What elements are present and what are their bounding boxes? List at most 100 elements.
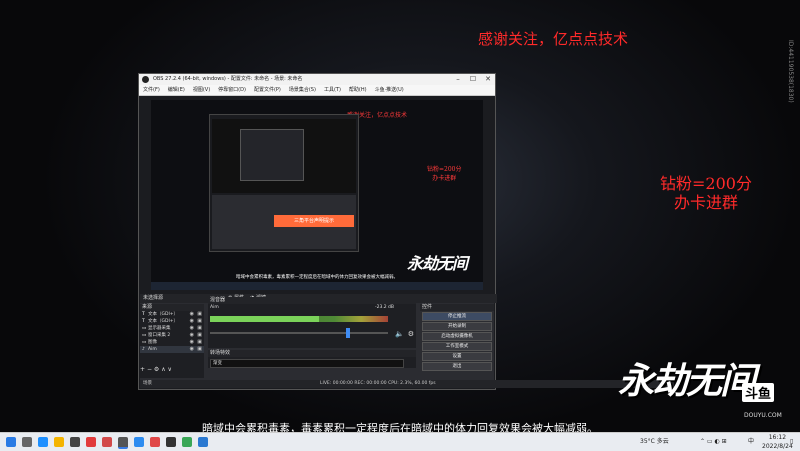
side-id-text: ID:441190538(1830) bbox=[787, 40, 794, 103]
source-item[interactable]: ▭ 图像 ◉ ▣ bbox=[140, 339, 204, 346]
menu-view[interactable]: 视图(V) bbox=[189, 85, 214, 95]
controls-header: 控件 bbox=[420, 304, 494, 311]
source-item[interactable]: ▭ 显示器采集 ◉ ▣ bbox=[140, 325, 204, 332]
obs-statusbar: 场景 LIVE: 00:00:00 REC: 00:00:00 CPU: 2.3… bbox=[140, 380, 674, 388]
preview-orange-box: 三角平台声明提示 bbox=[274, 215, 354, 227]
lock-icon[interactable]: ▣ bbox=[197, 332, 202, 339]
exit-button[interactable]: 退出 bbox=[422, 362, 492, 371]
nested-obs-preview: 三角平台声明提示 bbox=[209, 114, 359, 252]
preview-right-line2: 办卡进群 bbox=[432, 175, 457, 182]
nested-preview-canvas bbox=[212, 119, 356, 193]
search-icon[interactable] bbox=[22, 437, 32, 447]
source-item[interactable]: T 文本（GDI+） ◉ ▣ bbox=[140, 311, 204, 318]
app-icon-dark[interactable] bbox=[166, 437, 176, 447]
volume-meter bbox=[210, 316, 388, 322]
menu-help[interactable]: 帮助(H) bbox=[345, 85, 371, 95]
app-icon-blue2[interactable] bbox=[198, 437, 208, 447]
sources-header: 来源 bbox=[140, 304, 204, 311]
gear-icon[interactable]: ⚙ bbox=[154, 366, 159, 373]
start-recording-button[interactable]: 开始录制 bbox=[422, 322, 492, 331]
mixer-gear-icon[interactable]: ⚙ bbox=[408, 330, 414, 338]
volume-meter-fill bbox=[210, 316, 319, 322]
stream-right-text-line1: 钻粉=200分 bbox=[660, 174, 752, 193]
eye-icon[interactable]: ◉ bbox=[190, 339, 194, 346]
game-logo: 永劫无间 bbox=[618, 360, 756, 402]
controls-panel: 控件 停止推流 开始录制 启动虚拟摄像机 工作室模式 设置 退出 bbox=[420, 304, 494, 378]
mixer-db: -23.2 dB bbox=[374, 305, 394, 310]
stream-top-text: 感谢关注，亿点点技术 bbox=[478, 30, 629, 48]
obs-titlebar: OBS 27.2.4 (64-bit, windows) - 配置文件: 未命名… bbox=[139, 74, 495, 85]
app-icon-red2[interactable] bbox=[102, 437, 112, 447]
app-icon-blue[interactable] bbox=[134, 437, 144, 447]
preview-subtitle: 暗域中会累积毒素，毒素累积一定程度后在暗域中的体力回复效果会被大幅减弱。 bbox=[236, 275, 398, 280]
nested-nested-window bbox=[240, 129, 304, 181]
lock-icon[interactable]: ▣ bbox=[197, 325, 202, 332]
menu-scene-collection[interactable]: 场景集合(S) bbox=[285, 85, 320, 95]
source-item[interactable]: ▭ 窗口采集 2 ◉ ▣ bbox=[140, 332, 204, 339]
studio-mode-button[interactable]: 工作室模式 bbox=[422, 342, 492, 351]
menu-profile[interactable]: 配置文件(P) bbox=[250, 85, 285, 95]
menu-douyu[interactable]: 斗鱼·推送(U) bbox=[371, 85, 408, 95]
settings-button[interactable]: 设置 bbox=[422, 352, 492, 361]
edge-icon[interactable] bbox=[38, 437, 48, 447]
windows-taskbar: 35°C 多云 ⌃ ▭ ◐ ⊞ 中 16:12 2022/8/24 ▯ bbox=[0, 432, 800, 451]
transitions-panel: 转场特效 渐变 bbox=[208, 350, 416, 368]
douyu-badge: 斗鱼 bbox=[742, 383, 775, 402]
obs-window-title: OBS 27.2.4 (64-bit, windows) - 配置文件: 未命名… bbox=[153, 76, 303, 82]
remove-icon[interactable]: − bbox=[147, 366, 152, 373]
preview-right-line1: 钻粉=200分 bbox=[427, 166, 462, 173]
app-icon-red3[interactable] bbox=[150, 437, 160, 447]
stop-streaming-button[interactable]: 停止推流 bbox=[422, 312, 492, 321]
menu-edit[interactable]: 编辑(E) bbox=[164, 85, 189, 95]
eye-icon[interactable]: ◉ bbox=[190, 318, 194, 325]
source-item[interactable]: T 文本（GDI+） ◉ ▣ bbox=[140, 318, 204, 325]
mixer-track-name: Aim bbox=[210, 305, 219, 310]
speaker-icon[interactable]: 🔈 bbox=[395, 330, 404, 338]
transition-select[interactable]: 渐变 bbox=[210, 359, 404, 368]
maximize-icon[interactable]: ☐ bbox=[466, 74, 480, 85]
preview-game-logo: 永劫无间 bbox=[407, 254, 468, 273]
menu-tools[interactable]: 工具(T) bbox=[320, 85, 345, 95]
status-live: LIVE: 00:00:00 bbox=[320, 381, 353, 386]
clock[interactable]: 16:12 2022/8/24 bbox=[762, 433, 793, 451]
source-item-selected[interactable]: ♪ Aim ◉ ▣ bbox=[140, 346, 204, 353]
volume-slider[interactable] bbox=[210, 332, 388, 334]
obs-taskbar-icon[interactable] bbox=[118, 437, 128, 449]
up-icon[interactable]: ∧ bbox=[161, 366, 165, 373]
folder-icon[interactable] bbox=[54, 437, 64, 447]
minimize-icon[interactable]: – bbox=[451, 74, 465, 85]
preview-taskbar bbox=[151, 282, 483, 290]
windows-start-icon[interactable] bbox=[6, 437, 16, 447]
audio-mixer: 混音器 Aim -23.2 dB 🔈 ⚙ bbox=[208, 297, 416, 348]
menu-file[interactable]: 文件(F) bbox=[139, 85, 164, 95]
obs-preview[interactable]: 感谢关注，亿点点技术 钻粉=200分 办卡进群 三角平台声明提示 永劫无间 暗域… bbox=[151, 100, 483, 290]
notification-icon[interactable]: ▯ bbox=[790, 433, 793, 451]
transitions-header: 转场特效 bbox=[208, 350, 416, 357]
start-virtual-camera-button[interactable]: 启动虚拟摄像机 bbox=[422, 332, 492, 341]
clock-time: 16:12 bbox=[768, 434, 787, 441]
status-cpu: CPU: 2.3%, 60.00 fps bbox=[388, 381, 436, 386]
volume-slider-knob[interactable] bbox=[345, 328, 350, 338]
add-icon[interactable]: + bbox=[140, 366, 145, 373]
eye-icon[interactable]: ◉ bbox=[190, 332, 194, 339]
lock-icon[interactable]: ▣ bbox=[197, 318, 202, 325]
obs-window: OBS 27.2.4 (64-bit, windows) - 配置文件: 未命名… bbox=[138, 73, 674, 390]
ime-indicator[interactable]: 中 bbox=[748, 433, 754, 451]
tray-icons[interactable]: ⌃ ▭ ◐ ⊞ bbox=[700, 433, 727, 451]
app-icon-red[interactable] bbox=[86, 437, 96, 447]
eye-icon[interactable]: ◉ bbox=[190, 346, 194, 353]
status-rec: REC: 00:00:00 bbox=[354, 381, 387, 386]
lock-icon[interactable]: ▣ bbox=[197, 346, 202, 353]
scene-tab[interactable]: 场景 bbox=[143, 380, 152, 388]
app-icon-green[interactable] bbox=[182, 437, 192, 447]
close-icon[interactable]: ✕ bbox=[481, 74, 495, 85]
eye-icon[interactable]: ◉ bbox=[190, 325, 194, 332]
app-icon[interactable] bbox=[70, 437, 80, 447]
weather-text[interactable]: 35°C 多云 bbox=[640, 433, 669, 451]
sources-panel: 来源 T 文本（GDI+） ◉ ▣ T 文本（GDI+） ◉ ▣ ▭ 显示器采集 ◉ ▣ ▭ 窗口采… bbox=[140, 304, 204, 378]
down-icon[interactable]: ∨ bbox=[168, 366, 172, 373]
menu-docks[interactable]: 停靠窗口(D) bbox=[214, 85, 250, 95]
lock-icon[interactable]: ▣ bbox=[197, 339, 202, 346]
lock-icon[interactable]: ▣ bbox=[197, 311, 202, 318]
eye-icon[interactable]: ◉ bbox=[190, 311, 194, 318]
